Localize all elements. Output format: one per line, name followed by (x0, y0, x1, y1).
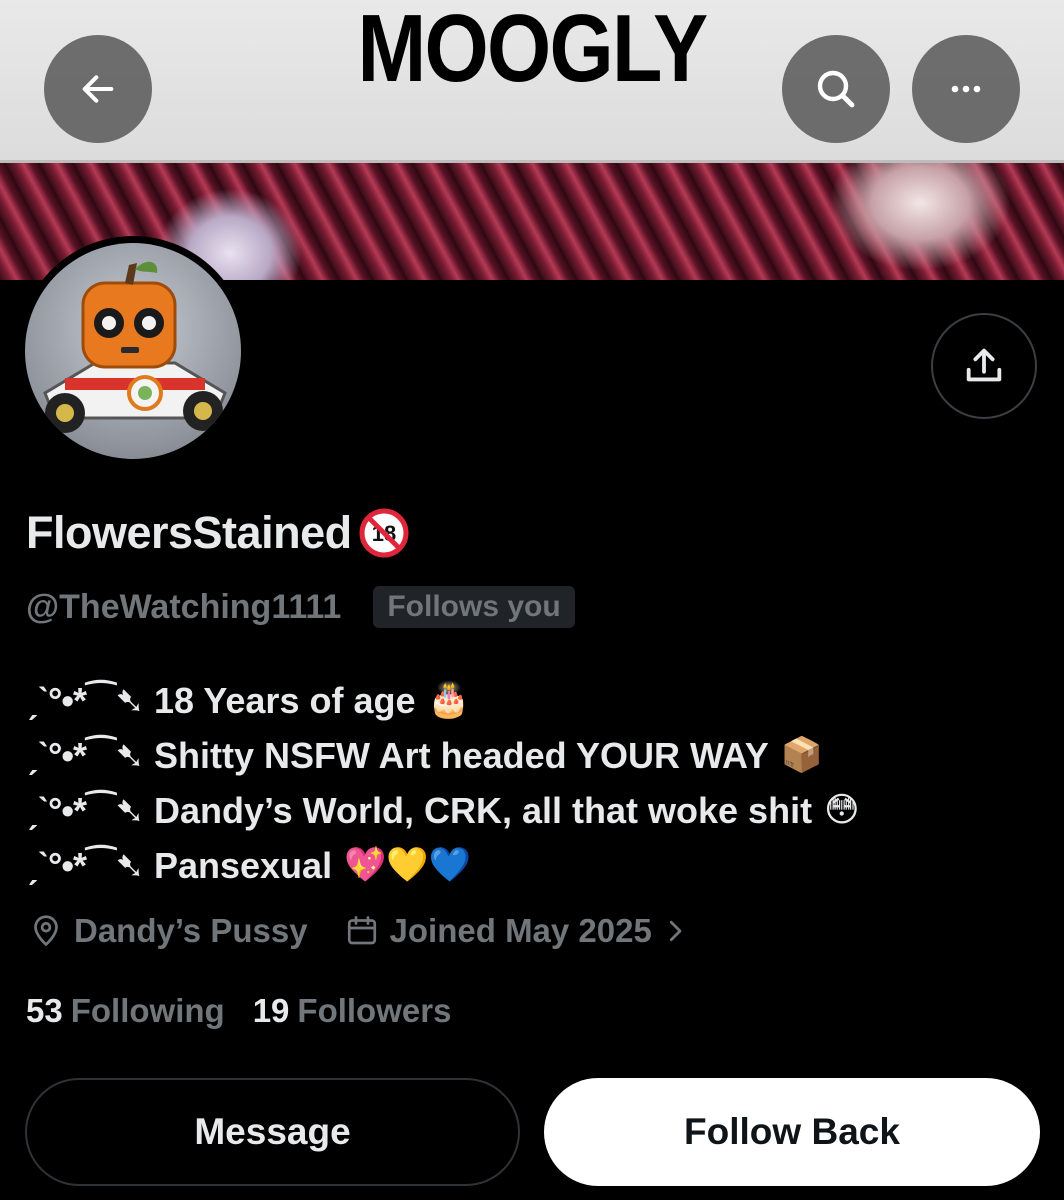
location-pin-icon (34, 915, 58, 947)
followers-count: 19 (252, 992, 290, 1029)
bio-text: Dandy’s World, CRK, all that woke shit (153, 790, 813, 831)
search-button[interactable] (782, 35, 890, 143)
user-handle: @TheWatching1111 (26, 587, 342, 626)
followers-stat[interactable]: 19 Followers (253, 992, 452, 1030)
bio-decoration: ˏˋ°•*⁀➷ (26, 735, 145, 776)
joined-text: Joined May 2025 (389, 912, 652, 949)
share-button[interactable] (931, 313, 1037, 419)
follow-back-button[interactable]: Follow Back (544, 1078, 1040, 1186)
profile-meta: Dandy’s Pussy Joined May 2025 (28, 912, 700, 950)
bio-text: Pansexual (153, 845, 333, 886)
location-text: Dandy’s Pussy (74, 912, 308, 949)
more-button[interactable] (912, 35, 1020, 143)
bio-line: ˏˋ°•*⁀➷ 18 Years of age 🎂 (26, 673, 1046, 728)
joined-date[interactable]: Joined May 2025 (344, 912, 700, 950)
back-button[interactable] (44, 35, 152, 143)
bio-text: 18 Years of age (153, 680, 416, 721)
hearts-emoji: 💖💛💙 (344, 845, 472, 885)
flushed-face-emoji: 😳 (824, 790, 860, 830)
avatar-image (25, 243, 241, 459)
calendar-icon (347, 916, 376, 945)
profile-banner[interactable]: MOOGLY (0, 0, 1064, 280)
display-name: FlowersStained (26, 507, 352, 558)
bio-decoration: ˏˋ°•*⁀➷ (26, 790, 145, 831)
bio-decoration: ˏˋ°•*⁀➷ (26, 845, 145, 886)
bio-line: ˏˋ°•*⁀➷ Dandy’s World, CRK, all that wok… (26, 783, 1046, 838)
name-row: FlowersStained 18 (26, 507, 410, 559)
handle-row: @TheWatching1111 Follows you (26, 586, 575, 628)
share-icon (966, 348, 1002, 382)
bio-line: ˏˋ°•*⁀➷ Shitty NSFW Art headed YOUR WAY … (26, 728, 1046, 783)
profile-avatar[interactable] (18, 236, 248, 466)
bio: ˏˋ°•*⁀➷ 18 Years of age 🎂 ˏˋ°•*⁀➷ Shitty… (26, 673, 1046, 893)
following-stat[interactable]: 53 Following (26, 992, 225, 1030)
bio-text: Shitty NSFW Art headed YOUR WAY (153, 735, 769, 776)
package-emoji: 📦 (780, 735, 824, 775)
location: Dandy’s Pussy (28, 912, 308, 950)
more-horizontal-icon (951, 85, 981, 93)
arrow-left-icon (82, 75, 114, 103)
no-under-18-icon: 18 (359, 508, 409, 558)
bio-line: ˏˋ°•*⁀➷ Pansexual 💖💛💙 (26, 838, 1046, 893)
following-label: Following (70, 992, 225, 1029)
message-button[interactable]: Message (25, 1078, 520, 1186)
birthday-cake-emoji: 🎂 (427, 680, 470, 720)
bio-decoration: ˏˋ°•*⁀➷ (26, 680, 145, 721)
chevron-right-icon (669, 920, 682, 942)
search-icon (817, 70, 855, 108)
following-count: 53 (26, 992, 63, 1029)
followers-label: Followers (297, 992, 452, 1029)
follow-stats: 53 Following 19 Followers (26, 992, 451, 1030)
follows-you-badge: Follows you (373, 586, 575, 628)
banner-top-strip: MOOGLY (0, 0, 1064, 163)
